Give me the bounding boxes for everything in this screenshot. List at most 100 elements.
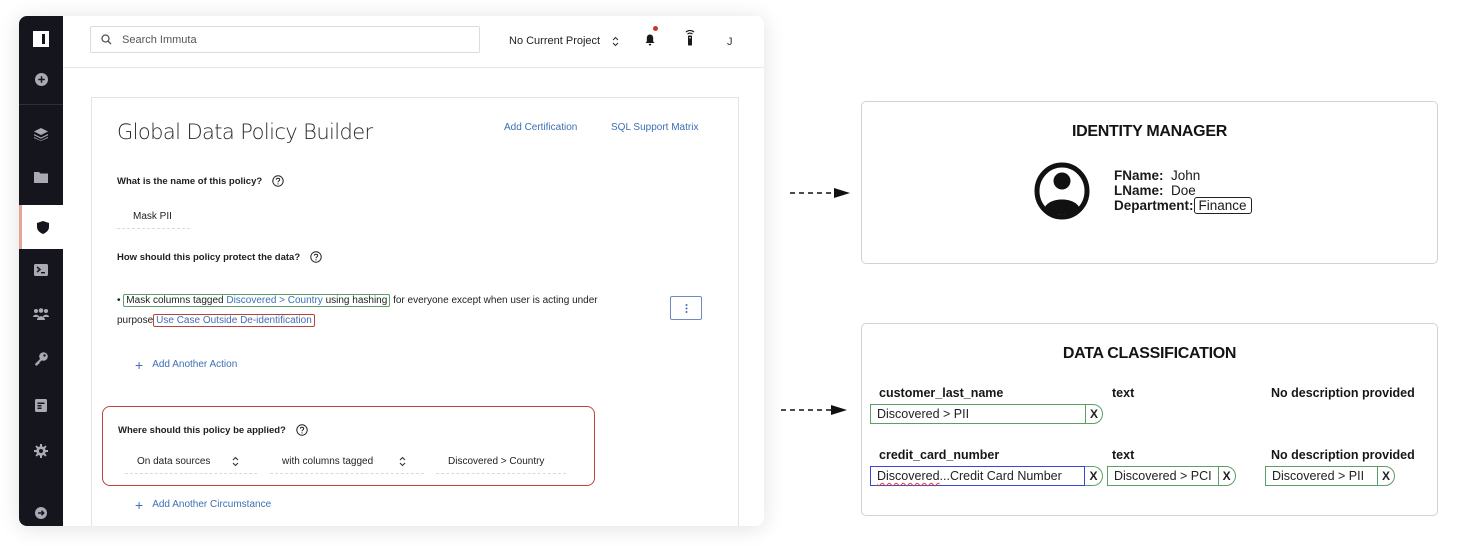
- policy-builder-panel: Global Data Policy Builder Add Certifica…: [91, 97, 739, 526]
- search-input[interactable]: [122, 33, 442, 46]
- classification-tag[interactable]: Discovered > PII X: [870, 404, 1103, 424]
- column-name: credit_card_number: [879, 448, 1000, 462]
- up-down-caret-icon: [399, 456, 406, 467]
- sidebar-item-policies[interactable]: [19, 205, 63, 249]
- sidebar: [19, 16, 63, 526]
- page-title: Global Data Policy Builder: [117, 120, 373, 144]
- help-icon[interactable]: [272, 175, 284, 187]
- key-icon: [35, 352, 48, 366]
- column-name: customer_last_name: [879, 386, 1004, 400]
- add-certification-link[interactable]: Add Certification: [504, 122, 577, 133]
- sidebar-item-create[interactable]: [19, 58, 63, 100]
- column-description: No description provided: [1271, 386, 1415, 400]
- kebab-menu-icon: [685, 303, 687, 313]
- project-selector[interactable]: No Current Project: [509, 35, 619, 47]
- up-down-caret-icon: [612, 36, 619, 46]
- add-another-circumstance-button[interactable]: + Add Another Circumstance: [135, 498, 272, 512]
- up-down-caret-icon: [232, 456, 239, 467]
- remote-icon[interactable]: [685, 30, 695, 46]
- user-avatar[interactable]: J: [727, 36, 733, 48]
- sidebar-item-projects[interactable]: [19, 156, 63, 198]
- sidebar-item-logo[interactable]: [19, 18, 63, 60]
- tag-label: Discovered > PII: [870, 404, 1085, 424]
- data-classification-card: DATA CLASSIFICATION customer_last_name t…: [861, 323, 1438, 516]
- policy-action-sentence: • Mask columns tagged Discovered > Count…: [117, 291, 637, 331]
- policy-name-question: What is the name of this policy?: [117, 175, 284, 187]
- users-icon: [33, 308, 49, 320]
- sidebar-divider: [19, 104, 63, 105]
- protect-question: How should this policy protect the data?: [117, 251, 322, 263]
- plus-circle-icon: [34, 72, 48, 86]
- bullet: •: [117, 295, 121, 306]
- mask-rule-highlight: Mask columns tagged Discovered > Country…: [123, 294, 391, 307]
- sidebar-item-query-editor[interactable]: [19, 249, 63, 291]
- top-bar: No Current Project J: [63, 16, 764, 68]
- search-bar[interactable]: [90, 26, 480, 53]
- where-tag-value: Discovered > Country: [448, 456, 545, 467]
- classification-tag[interactable]: Discovered > PII X: [1265, 466, 1395, 486]
- document-icon: [35, 398, 47, 412]
- where-question-text: Where should this policy be applied?: [118, 424, 286, 436]
- condition-select[interactable]: with columns tagged: [270, 450, 424, 474]
- policy-name-input[interactable]: [117, 205, 190, 229]
- purpose-link[interactable]: Use Case Outside De-identification: [153, 314, 315, 327]
- sidebar-item-data-sources[interactable]: [19, 113, 63, 155]
- terminal-icon: [34, 264, 48, 276]
- department-value: Finance: [1193, 197, 1252, 214]
- remove-tag-button[interactable]: X: [1085, 404, 1103, 424]
- add-another-action-button[interactable]: + Add Another Action: [135, 358, 238, 372]
- tag-label: Discovered > PCI: [1107, 466, 1218, 486]
- search-icon: [101, 34, 112, 45]
- condition-value: with columns tagged: [282, 456, 374, 467]
- sidebar-item-settings[interactable]: [19, 430, 63, 472]
- sql-support-matrix-link[interactable]: SQL Support Matrix: [611, 122, 698, 133]
- add-action-label: Add Another Action: [152, 359, 238, 370]
- user-avatar-icon: [1034, 162, 1090, 220]
- remove-tag-button[interactable]: X: [1217, 466, 1236, 486]
- immuta-app-window: No Current Project J Global Data Policy …: [19, 16, 764, 526]
- identity-field-lname: LName: Doe: [1114, 183, 1196, 198]
- identity-field-department: Department: Finance: [1114, 197, 1252, 214]
- sidebar-item-audit[interactable]: [19, 384, 63, 426]
- tag-select[interactable]: Discovered > Country: [436, 450, 566, 474]
- column-type: text: [1112, 448, 1135, 462]
- project-label: No Current Project: [509, 35, 601, 47]
- immuta-logo-icon: [33, 31, 49, 47]
- column-description: No description provided: [1271, 448, 1415, 462]
- classification-tag-selected[interactable]: Discovered ...Credit Card Number X: [870, 466, 1103, 486]
- arrow-to-data-classification: [781, 405, 847, 415]
- help-icon[interactable]: [296, 424, 308, 436]
- tag-label-rest: ...Credit Card Number: [939, 469, 1062, 483]
- sidebar-item-people[interactable]: [19, 293, 63, 335]
- folder-icon: [34, 172, 48, 183]
- help-icon[interactable]: [310, 251, 322, 263]
- action-prefix: Mask columns tagged: [126, 295, 224, 306]
- action-method[interactable]: using hashing: [326, 295, 388, 306]
- where-question: Where should this policy be applied?: [118, 424, 308, 436]
- spellcheck-word: Discovered: [877, 469, 940, 483]
- layers-icon: [34, 127, 48, 141]
- scope-select[interactable]: On data sources: [125, 450, 257, 474]
- tag-label: Discovered ...Credit Card Number: [870, 466, 1085, 486]
- column-type: text: [1112, 386, 1135, 400]
- identity-fields: FName: John LName: Doe Department: Financ…: [1114, 168, 1252, 214]
- classification-tag[interactable]: Discovered > PCI X: [1107, 466, 1236, 486]
- identity-manager-title: IDENTITY MANAGER: [1072, 123, 1227, 140]
- sidebar-item-expand[interactable]: [19, 492, 63, 526]
- remove-tag-button[interactable]: X: [1377, 466, 1395, 486]
- protect-question-text: How should this policy protect the data?: [117, 251, 301, 263]
- tag-label: Discovered > PII: [1265, 466, 1377, 486]
- identity-field-fname: FName: John: [1114, 168, 1201, 183]
- sidebar-item-governance[interactable]: [19, 338, 63, 380]
- add-circumstance-label: Add Another Circumstance: [152, 499, 272, 510]
- remove-tag-button[interactable]: X: [1085, 466, 1103, 486]
- identity-manager-card: IDENTITY MANAGER FName: John LName: Doe …: [861, 101, 1438, 264]
- action-menu-button[interactable]: [670, 296, 702, 320]
- notification-badge: [653, 26, 658, 31]
- where-applied-section: Where should this policy be applied? On …: [102, 406, 595, 486]
- gear-icon: [34, 444, 48, 458]
- data-classification-title: DATA CLASSIFICATION: [1062, 345, 1237, 362]
- bell-icon[interactable]: [645, 34, 655, 46]
- scope-value: On data sources: [137, 456, 211, 467]
- action-tag-link[interactable]: Discovered > Country: [226, 295, 322, 306]
